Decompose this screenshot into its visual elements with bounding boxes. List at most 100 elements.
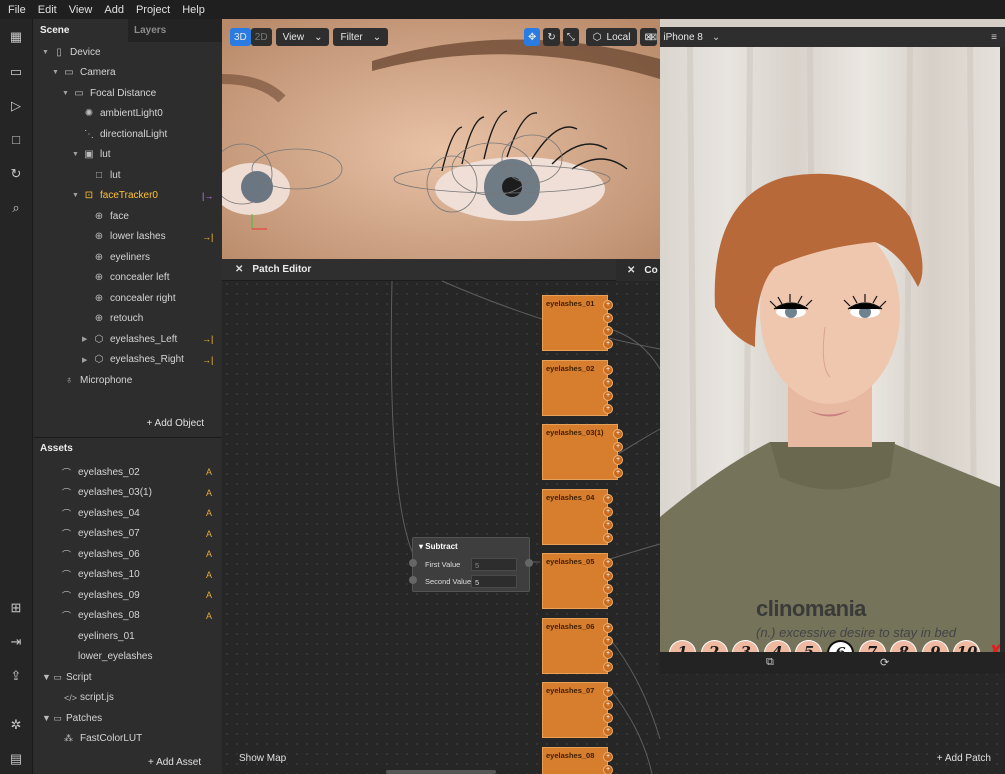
output-port[interactable] — [525, 559, 533, 567]
node-port[interactable]: + — [603, 713, 613, 723]
tree-item[interactable]: ⊕ retouch — [82, 309, 144, 329]
refresh-icon[interactable]: ↻ — [8, 166, 24, 182]
play-icon[interactable]: ▷ — [8, 98, 24, 114]
menu-file[interactable]: File — [8, 4, 26, 16]
node-port[interactable]: + — [603, 571, 613, 581]
tree-item[interactable]: ⊕ lower lashes →| — [82, 227, 214, 247]
asset-item[interactable]: ⌒ eyelashes_10 A — [34, 565, 222, 585]
second-value-input[interactable]: 5 — [471, 575, 517, 588]
node-port[interactable]: + — [603, 390, 613, 401]
node-port[interactable]: + — [613, 429, 623, 439]
tree-item[interactable]: ⊕ eyeliners — [82, 247, 150, 267]
node-port[interactable]: + — [603, 558, 613, 568]
tree-item[interactable]: ⊕ face — [82, 206, 129, 226]
tab-scene[interactable]: Scene — [34, 19, 128, 42]
node-port[interactable]: + — [603, 300, 613, 310]
node-port[interactable]: + — [603, 584, 613, 594]
node-port[interactable]: + — [603, 493, 613, 504]
node-port[interactable]: + — [603, 764, 613, 774]
tree-item[interactable]: ♁ Microphone — [52, 370, 132, 390]
tree-item[interactable]: ▶ ⬡ eyelashes_Right →| — [82, 350, 213, 370]
chevron-down-icon[interactable]: ▼ — [72, 151, 82, 158]
import-icon[interactable]: ⇥ — [8, 634, 24, 650]
node-port[interactable]: + — [603, 726, 613, 736]
node-port[interactable]: + — [603, 364, 613, 375]
eyelashes-patch-node[interactable]: eyelashes_02 + + + + — [542, 359, 613, 416]
menu-add[interactable]: Add — [104, 4, 124, 16]
menu-project[interactable]: Project — [136, 4, 170, 16]
asset-item[interactable]: eyeliners_01 — [34, 626, 222, 646]
node-port[interactable]: + — [613, 468, 623, 478]
mode-2d-button[interactable]: 2D — [250, 28, 272, 46]
chevron-down-icon[interactable]: ▼ — [52, 69, 62, 76]
chevron-down-icon[interactable]: ▼ — [72, 192, 82, 199]
input-port[interactable] — [409, 559, 417, 567]
tree-item[interactable]: ✺ ambientLight0 — [72, 104, 163, 124]
node-port[interactable]: + — [603, 648, 613, 659]
eyelashes-patch-node[interactable]: eyelashes_01 + + + + — [542, 295, 613, 351]
rotate-device-icon[interactable]: ⟳ — [880, 656, 889, 669]
scene-viewport[interactable]: 3D 2D View ⌄ Filter ⌄ ✥ ↻ ⤡ ⬡ Local ⊠ — [222, 19, 660, 259]
menu-icon[interactable]: ≡ — [991, 32, 997, 43]
asset-item[interactable]: ⌒ eyelashes_07 A — [34, 524, 222, 544]
move-icon[interactable]: ✥ — [524, 28, 541, 46]
add-asset-button[interactable]: + Add Asset — [148, 757, 201, 768]
eyelashes-patch-node[interactable]: eyelashes_08++++ — [542, 746, 613, 774]
video-icon[interactable]: ▭ — [8, 64, 24, 80]
asset-item[interactable]: </> script.js — [34, 688, 222, 708]
bug-icon[interactable]: ✲ — [8, 717, 24, 733]
node-port[interactable]: + — [603, 751, 613, 762]
tree-item[interactable]: ▼ ⊡ faceTracker0 |→ — [72, 186, 213, 206]
tree-item[interactable]: ▼ ▭ Focal Distance — [62, 83, 156, 103]
asset-item[interactable]: ⌒ eyelashes_04 A — [34, 503, 222, 523]
subtract-patch[interactable]: ▾ Subtract First Value 5 Second Value 5 — [409, 537, 533, 592]
tree-item[interactable]: ▼ ▣ lut — [72, 145, 111, 165]
node-port[interactable]: + — [603, 326, 613, 336]
rotate-icon[interactable]: ↻ — [543, 28, 560, 46]
horizontal-scrollbar[interactable] — [386, 770, 496, 774]
close-icon[interactable]: ✗ — [987, 640, 1000, 652]
tree-item[interactable]: ⊕ concealer right — [82, 288, 176, 308]
node-port[interactable]: + — [603, 519, 613, 530]
node-port[interactable]: + — [613, 455, 623, 465]
node-port[interactable]: + — [603, 687, 613, 697]
mode-3d-button[interactable]: 3D — [230, 28, 251, 46]
stop-icon[interactable]: □ — [8, 132, 24, 148]
screenshot-icon[interactable]: ⧉ — [766, 656, 774, 669]
chevron-down-icon[interactable]: ⌄ — [712, 32, 720, 43]
eyelashes-patch-node[interactable]: eyelashes_03(1) + + + + — [542, 424, 623, 480]
close-icon[interactable]: ⊠ — [649, 32, 657, 43]
asset-item[interactable]: ⌒ eyelashes_09 A — [34, 585, 222, 605]
tree-item[interactable]: □ lut — [82, 165, 121, 185]
add-object-button[interactable]: + Add Object — [34, 418, 222, 429]
panel-icon[interactable]: ▤ — [8, 751, 24, 767]
chevron-right-icon[interactable]: ▶ — [82, 335, 92, 343]
node-port[interactable]: + — [603, 597, 613, 607]
node-port[interactable]: + — [603, 339, 613, 349]
scale-icon[interactable]: ⤡ — [562, 28, 579, 46]
export-icon[interactable]: ⇪ — [8, 668, 24, 684]
menu-help[interactable]: Help — [182, 4, 205, 16]
first-value-input[interactable]: 5 — [471, 558, 517, 571]
chevron-right-icon[interactable]: ▶ — [82, 356, 92, 364]
eyelashes-patch-node[interactable]: eyelashes_05 + + + + — [542, 553, 613, 609]
asset-item[interactable]: ⌒ eyelashes_03(1) A — [34, 483, 222, 503]
node-port[interactable]: + — [603, 377, 613, 388]
tree-item[interactable]: ▶ ⬡ eyelashes_Left →| — [82, 329, 213, 349]
node-port[interactable]: + — [603, 635, 613, 646]
eyelashes-patch-node[interactable]: eyelashes_04 + + + + — [542, 488, 613, 545]
asset-folder[interactable]: ▼ ▭ Script — [34, 667, 222, 687]
tree-item[interactable]: ▼ ▭ Camera — [52, 63, 116, 83]
view-dropdown[interactable]: View ⌄ — [275, 28, 330, 46]
chevron-down-icon[interactable]: ▼ — [62, 90, 72, 97]
input-port[interactable] — [409, 576, 417, 584]
filter-dropdown[interactable]: Filter ⌄ — [333, 28, 389, 46]
tree-item[interactable]: ▼ ▯ Device — [42, 42, 101, 62]
node-port[interactable]: + — [603, 506, 613, 517]
tab-layers[interactable]: Layers — [128, 19, 222, 42]
tree-item[interactable]: ⋱ directionalLight — [72, 124, 167, 144]
add-patch-button[interactable]: + Add Patch — [937, 753, 991, 764]
node-port[interactable]: + — [613, 442, 623, 452]
asset-item[interactable]: ⁂ FastColorLUT — [34, 729, 222, 749]
eyelashes-patch-node[interactable]: eyelashes_06 + + + + — [542, 617, 613, 674]
